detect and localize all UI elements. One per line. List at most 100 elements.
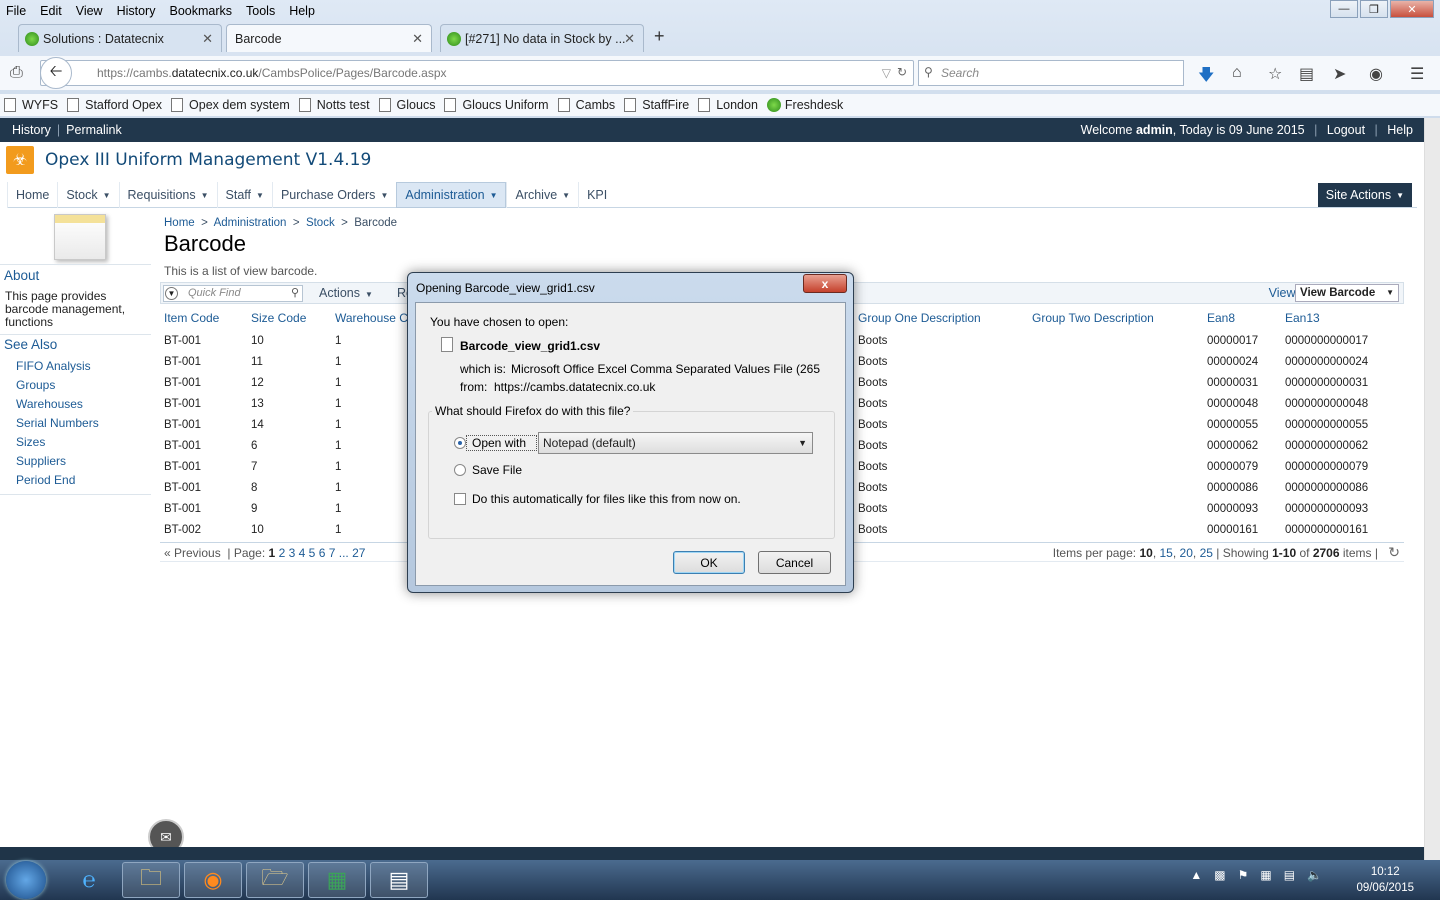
window-close-button[interactable]: ✕: [1390, 0, 1434, 18]
tray-device-icon[interactable]: ▩: [1214, 868, 1225, 882]
print-icon[interactable]: ⎙: [10, 64, 23, 82]
auto-checkbox[interactable]: [454, 493, 466, 505]
column-header[interactable]: Ean8: [1207, 311, 1235, 325]
close-tab-icon[interactable]: ✕: [202, 31, 213, 47]
tab-solutions[interactable]: Solutions : Datatecnix ✕: [18, 24, 222, 52]
page-more[interactable]: ...: [339, 546, 349, 560]
link-fifo-analysis[interactable]: FIFO Analysis: [16, 359, 99, 378]
link-serial-numbers[interactable]: Serial Numbers: [16, 416, 99, 435]
close-tab-icon[interactable]: ✕: [412, 31, 423, 47]
table-cell[interactable]: BT-001: [164, 356, 201, 368]
tab-barcode[interactable]: Barcode ✕: [226, 24, 432, 52]
ipp-25[interactable]: 25: [1200, 546, 1213, 560]
column-header[interactable]: Warehouse C: [335, 311, 408, 325]
column-header[interactable]: Item Code: [164, 311, 219, 325]
link-warehouses[interactable]: Warehouses: [16, 397, 99, 416]
auto-label[interactable]: Do this automatically for files like thi…: [472, 492, 741, 506]
site-title[interactable]: Opex III Uniform Management V1.4.19: [45, 150, 371, 170]
table-cell[interactable]: BT-002: [164, 524, 201, 536]
menu-tools[interactable]: Tools: [246, 4, 275, 18]
link-groups[interactable]: Groups: [16, 378, 99, 397]
firefox-icon[interactable]: ◉: [184, 862, 242, 898]
volume-icon[interactable]: 🔈: [1307, 868, 1322, 882]
reload-icon[interactable]: ↻: [897, 65, 907, 79]
nav-kpi[interactable]: KPI: [578, 182, 615, 208]
bookmark-stafford-opex[interactable]: Stafford Opex: [67, 98, 162, 112]
column-header[interactable]: Size Code: [251, 311, 306, 325]
nav-home[interactable]: Home: [7, 182, 57, 208]
downloads-icon[interactable]: 🡇: [1198, 64, 1214, 91]
windows-icon[interactable]: ▦: [1260, 868, 1271, 882]
minimize-button[interactable]: —: [1330, 0, 1358, 18]
view-select[interactable]: View Barcode ▼: [1295, 284, 1399, 302]
application-select[interactable]: Notepad (default) ▼: [538, 432, 813, 454]
page-7[interactable]: 7: [329, 546, 336, 560]
page-6[interactable]: 6: [319, 546, 326, 560]
menu-help[interactable]: Help: [289, 4, 315, 18]
vertical-scrollbar[interactable]: [1424, 118, 1440, 860]
chat-icon[interactable]: ◉: [1369, 64, 1383, 84]
hamburger-menu-icon[interactable]: ☰: [1410, 64, 1424, 84]
refresh-icon[interactable]: ↻: [1388, 544, 1400, 561]
save-file-radio[interactable]: [454, 464, 466, 476]
restore-button[interactable]: ❐: [1360, 0, 1388, 18]
help-link[interactable]: Help: [1387, 123, 1413, 137]
menu-file[interactable]: File: [6, 4, 26, 18]
ok-button[interactable]: OK: [673, 551, 745, 574]
table-cell[interactable]: BT-001: [164, 503, 201, 515]
cancel-button[interactable]: Cancel: [758, 551, 831, 574]
reading-list-icon[interactable]: ▤: [1299, 64, 1314, 84]
menu-edit[interactable]: Edit: [40, 4, 62, 18]
menu-history[interactable]: History: [117, 4, 156, 18]
page-4[interactable]: 4: [299, 546, 306, 560]
crumb-stock[interactable]: Stock: [306, 217, 335, 229]
logout-link[interactable]: Logout: [1327, 123, 1365, 137]
page-5[interactable]: 5: [309, 546, 316, 560]
crumb-administration[interactable]: Administration: [214, 217, 287, 229]
page-27[interactable]: 27: [352, 546, 365, 560]
send-icon[interactable]: ➤: [1333, 64, 1346, 84]
clock[interactable]: 10:12 09/06/2015: [1356, 864, 1414, 896]
chevron-down-icon[interactable]: ▼: [165, 287, 178, 300]
search-icon[interactable]: ⚲: [291, 286, 299, 301]
nav-stock[interactable]: Stock ▼: [57, 182, 118, 208]
table-cell[interactable]: BT-001: [164, 440, 201, 452]
excel-icon[interactable]: ▦: [308, 862, 366, 898]
new-tab-icon[interactable]: +: [654, 26, 665, 47]
file-explorer-icon[interactable]: 🗀: [122, 862, 180, 898]
bookmark-gloucs[interactable]: Gloucs: [378, 98, 435, 112]
column-header[interactable]: Group Two Description: [1032, 311, 1154, 325]
network-icon[interactable]: ▤: [1284, 868, 1295, 882]
column-header[interactable]: Group One Description: [858, 311, 981, 325]
table-cell[interactable]: BT-001: [164, 482, 201, 494]
menu-bookmarks[interactable]: Bookmarks: [169, 4, 232, 18]
link-period-end[interactable]: Period End: [16, 473, 99, 492]
link-suppliers[interactable]: Suppliers: [16, 454, 99, 473]
bookmark-wyfs[interactable]: WYFS: [4, 98, 58, 112]
actions-menu[interactable]: Actions ▼: [319, 286, 373, 300]
table-cell[interactable]: BT-001: [164, 377, 201, 389]
nav-administration[interactable]: Administration ▼: [396, 182, 507, 208]
menu-view[interactable]: View: [76, 4, 103, 18]
bookmark-freshdesk[interactable]: Freshdesk: [766, 98, 843, 112]
nav-staff[interactable]: Staff ▼: [216, 182, 272, 208]
save-file-label[interactable]: Save File: [472, 463, 522, 477]
dialog-close-button[interactable]: x: [803, 274, 847, 293]
tab-271[interactable]: [#271] No data in Stock by ... ✕: [440, 24, 644, 52]
bookmark-notts-test[interactable]: Notts test: [298, 98, 370, 112]
permalink-link[interactable]: Permalink: [66, 123, 122, 137]
nav-requisitions[interactable]: Requisitions ▼: [118, 182, 217, 208]
tray-expand-icon[interactable]: ▲: [1190, 868, 1202, 882]
table-cell[interactable]: BT-001: [164, 398, 201, 410]
page-2[interactable]: 2: [279, 546, 286, 560]
crumb-home[interactable]: Home: [164, 217, 195, 229]
column-header[interactable]: Ean13: [1285, 311, 1320, 325]
previous-link[interactable]: « Previous: [164, 546, 221, 560]
table-cell[interactable]: BT-001: [164, 335, 201, 347]
table-cell[interactable]: BT-001: [164, 419, 201, 431]
open-with-radio[interactable]: [454, 437, 466, 449]
history-link[interactable]: History: [12, 123, 51, 137]
bookmark-cambs[interactable]: Cambs: [557, 98, 615, 112]
page-3[interactable]: 3: [289, 546, 296, 560]
quick-find-input[interactable]: Quick Find ⚲: [163, 285, 303, 302]
